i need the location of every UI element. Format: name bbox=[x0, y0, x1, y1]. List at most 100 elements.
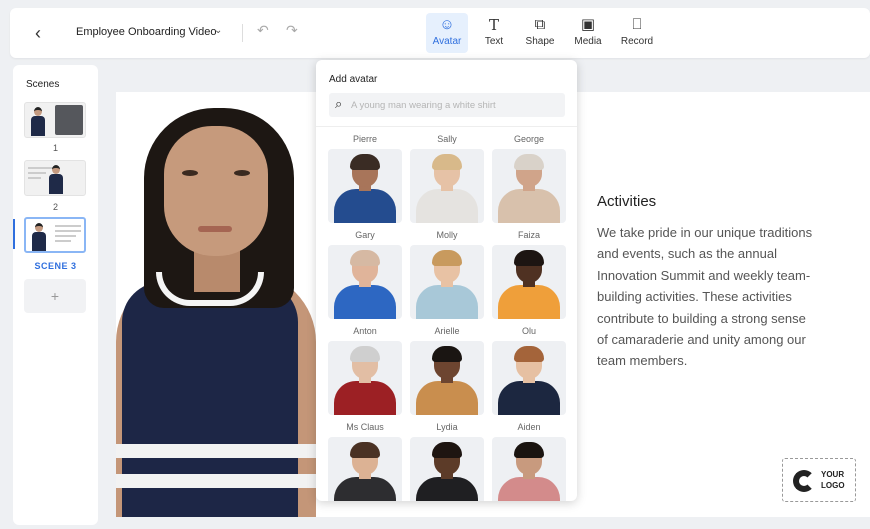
scene-thumbnail-3[interactable] bbox=[24, 217, 86, 253]
tool-label: Shape bbox=[525, 36, 555, 47]
avatar-name: Lydia bbox=[436, 422, 458, 432]
avatar-outfit bbox=[334, 189, 396, 223]
scene-avatar-thumb bbox=[32, 223, 46, 251]
active-scene-indicator bbox=[13, 219, 15, 249]
text-icon: T bbox=[488, 16, 499, 34]
chevron-left-icon: ‹ bbox=[35, 23, 41, 43]
dress-stripe bbox=[116, 444, 316, 458]
avatar-hair bbox=[514, 154, 544, 170]
avatar-outfit bbox=[498, 381, 560, 415]
logo-text: YOUR LOGO bbox=[821, 469, 845, 491]
avatar-hair bbox=[432, 154, 462, 170]
record-icon: ⎕ bbox=[632, 16, 642, 33]
tool-record[interactable]: ⎕ Record bbox=[616, 13, 658, 53]
tool-shape[interactable]: ⧉ Shape bbox=[522, 13, 558, 53]
tool-label: Media bbox=[574, 36, 602, 47]
undo-icon[interactable]: ↶ bbox=[257, 22, 269, 39]
logo-line: LOGO bbox=[821, 481, 845, 490]
avatar-option-card[interactable] bbox=[492, 245, 566, 319]
avatar-option-card[interactable] bbox=[492, 437, 566, 501]
avatar-option-card[interactable] bbox=[328, 341, 402, 415]
avatar-hair bbox=[432, 442, 462, 458]
toolbar-divider bbox=[242, 24, 243, 42]
avatar-name: Olu bbox=[521, 326, 536, 336]
avatar-mouth bbox=[198, 226, 232, 232]
avatar-hair bbox=[350, 250, 380, 266]
scene-number-active: SCENE 3 bbox=[34, 261, 77, 271]
scene-avatar-thumb bbox=[49, 165, 63, 195]
avatar-outfit bbox=[416, 285, 478, 319]
avatar-option-card[interactable] bbox=[492, 341, 566, 415]
avatar-outfit bbox=[416, 189, 478, 223]
scene-text-thumb bbox=[55, 225, 81, 245]
avatar-option-card[interactable] bbox=[410, 437, 484, 501]
avatar-option-card[interactable] bbox=[328, 245, 402, 319]
avatar-outfit bbox=[498, 285, 560, 319]
avatar-name: George bbox=[513, 134, 545, 144]
logo-placeholder[interactable]: YOUR LOGO bbox=[782, 458, 856, 502]
avatar-icon: ☺ bbox=[439, 16, 455, 33]
avatar-hair bbox=[514, 250, 544, 266]
avatar-name: Pierre bbox=[352, 134, 377, 144]
scene-number: 2 bbox=[52, 202, 58, 212]
dress-stripe bbox=[116, 474, 316, 488]
avatar-search[interactable]: ⌕ bbox=[329, 93, 565, 117]
avatar-option-card[interactable] bbox=[328, 149, 402, 223]
tool-label: Text bbox=[484, 36, 504, 47]
top-toolbar: ‹ Employee Onboarding Video ⌄ ↶ ↷ ☺ Avat… bbox=[10, 8, 870, 58]
avatar-hair bbox=[350, 346, 380, 362]
dress-collar bbox=[156, 272, 264, 306]
avatar-name: Gary bbox=[355, 230, 375, 240]
scene-avatar-thumb bbox=[31, 107, 45, 137]
avatar-option-card[interactable] bbox=[492, 149, 566, 223]
scenes-panel: Scenes 1 2 SCENE 3 + bbox=[13, 65, 98, 525]
avatar-name: Sally bbox=[437, 134, 457, 144]
logo-line: YOUR bbox=[821, 470, 845, 479]
logo-icon bbox=[793, 470, 815, 492]
avatar-name: Faiza bbox=[517, 230, 540, 240]
avatar-hair bbox=[350, 154, 380, 170]
tool-media[interactable]: ▣ Media bbox=[570, 13, 606, 53]
avatar-option-card[interactable] bbox=[410, 341, 484, 415]
avatar-name: Molly bbox=[436, 230, 458, 240]
scene-number: 1 bbox=[52, 143, 58, 153]
avatar-outfit bbox=[498, 477, 560, 501]
scene-image-thumb bbox=[55, 105, 83, 135]
scene-thumbnail-2[interactable] bbox=[24, 160, 86, 196]
avatar-name: Ms Claus bbox=[346, 422, 384, 432]
avatar-outfit bbox=[334, 477, 396, 501]
avatar-outfit bbox=[334, 285, 396, 319]
search-icon: ⌕ bbox=[335, 96, 343, 111]
scene-thumbnail-1[interactable] bbox=[24, 102, 86, 138]
slide-body-text[interactable]: We take pride in our unique traditions a… bbox=[597, 222, 817, 372]
back-button[interactable]: ‹ bbox=[28, 22, 48, 44]
avatar-option-card[interactable] bbox=[328, 437, 402, 501]
avatar-hair bbox=[432, 250, 462, 266]
avatar-option-card[interactable] bbox=[410, 245, 484, 319]
tool-label: Avatar bbox=[432, 36, 462, 47]
presenter-avatar[interactable] bbox=[164, 126, 268, 256]
tool-label: Record bbox=[620, 36, 654, 47]
tool-text[interactable]: T Text bbox=[478, 13, 510, 53]
avatar-option-card[interactable] bbox=[410, 149, 484, 223]
redo-icon[interactable]: ↷ bbox=[286, 22, 298, 39]
divider bbox=[316, 126, 577, 127]
panel-title: Add avatar bbox=[329, 74, 378, 85]
avatar-outfit bbox=[334, 381, 396, 415]
slide-heading[interactable]: Activities bbox=[597, 193, 656, 210]
add-avatar-panel: Add avatar ⌕ Pierre Sally George Gary Molly F… bbox=[316, 60, 577, 501]
avatar-name: Arielle bbox=[434, 326, 460, 336]
avatar-search-input[interactable] bbox=[351, 93, 561, 117]
shape-icon: ⧉ bbox=[534, 16, 546, 33]
tool-avatar[interactable]: ☺ Avatar bbox=[426, 13, 468, 53]
avatar-hair bbox=[514, 346, 544, 362]
project-title[interactable]: Employee Onboarding Video bbox=[76, 26, 216, 38]
chevron-down-icon[interactable]: ⌄ bbox=[214, 25, 222, 36]
scenes-title: Scenes bbox=[26, 79, 60, 90]
media-icon: ▣ bbox=[580, 16, 596, 33]
avatar-eye bbox=[182, 170, 198, 176]
add-scene-button[interactable]: + bbox=[24, 279, 86, 313]
avatar-name: Aiden bbox=[517, 422, 541, 432]
avatar-outfit bbox=[416, 381, 478, 415]
avatar-outfit bbox=[416, 477, 478, 501]
